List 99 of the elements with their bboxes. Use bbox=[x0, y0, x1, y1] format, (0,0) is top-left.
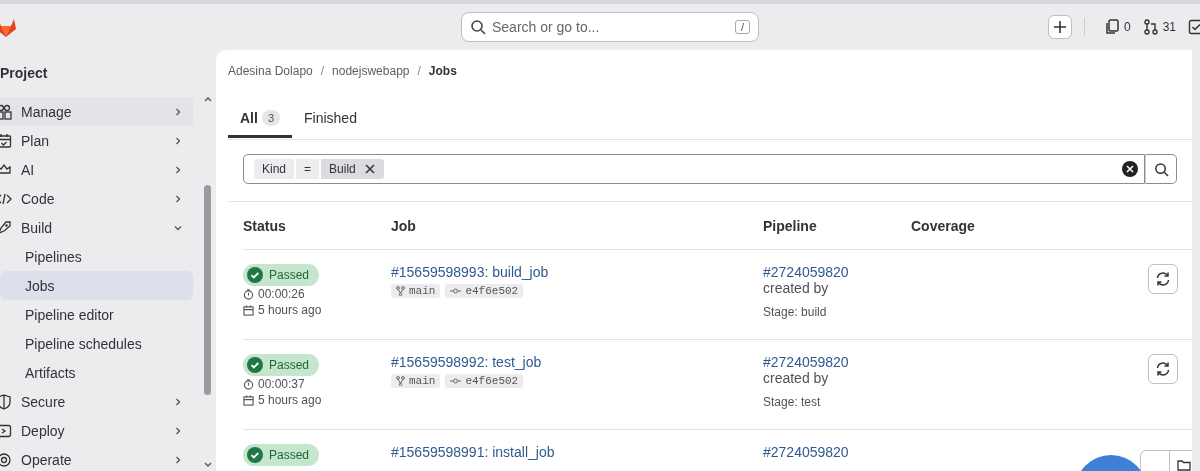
column-header: Coverage bbox=[911, 217, 976, 234]
check-circle-icon bbox=[247, 267, 263, 283]
calendar-icon bbox=[0, 132, 12, 149]
search-button[interactable] bbox=[1145, 154, 1177, 184]
pipeline-link[interactable]: #2724059820 bbox=[763, 354, 849, 370]
folder-icon bbox=[1177, 459, 1191, 471]
sidebar-heading: Project bbox=[0, 64, 49, 83]
chevron-right-icon bbox=[173, 425, 183, 436]
filter-value: Build bbox=[321, 159, 384, 179]
check-circle-icon bbox=[247, 447, 263, 463]
issues-counter[interactable]: 0 bbox=[1104, 19, 1131, 35]
checkbox-icon bbox=[1188, 19, 1200, 35]
search-field[interactable]: Search or go to... / bbox=[461, 12, 759, 42]
search-placeholder: Search or go to... bbox=[492, 19, 601, 35]
people-icon bbox=[0, 103, 12, 120]
sidebar-subitem[interactable]: Pipeline schedules bbox=[0, 329, 193, 358]
sidebar-subitem[interactable]: Pipeline editor bbox=[0, 300, 193, 329]
clear-icon[interactable] bbox=[1122, 161, 1138, 177]
check-circle-icon bbox=[247, 357, 263, 373]
scrollbar-thumb[interactable] bbox=[204, 185, 211, 395]
job-duration: 00:00:26 bbox=[243, 286, 305, 302]
rocket-icon bbox=[0, 219, 12, 236]
commit-tag[interactable]: e4f6e502 bbox=[445, 374, 524, 388]
job-finished-time: 5 hours ago bbox=[243, 392, 322, 408]
scroll-up-icon[interactable] bbox=[203, 95, 213, 103]
status-badge[interactable]: Passed bbox=[243, 264, 320, 286]
branch-icon bbox=[396, 286, 405, 296]
tab[interactable]: Finished bbox=[292, 100, 369, 138]
breadcrumb-separator: / bbox=[320, 64, 325, 80]
commit-tag[interactable]: e4f6e502 bbox=[445, 284, 524, 298]
sidebar-item[interactable]: Secure bbox=[0, 387, 193, 416]
filter-operator: = bbox=[296, 159, 320, 179]
branch-tag[interactable]: main bbox=[391, 374, 441, 388]
sidebar-subitem[interactable]: Jobs bbox=[0, 271, 193, 300]
job-link[interactable]: #15659598992: test_job bbox=[391, 354, 542, 370]
sidebar-item[interactable]: Manage bbox=[0, 97, 193, 126]
tab[interactable]: All 3 bbox=[228, 100, 292, 138]
tab-count: 3 bbox=[261, 109, 280, 126]
sidebar-item[interactable]: Operate bbox=[0, 445, 193, 471]
created-by-text: created by bbox=[763, 370, 829, 386]
chevron-right-icon bbox=[173, 396, 183, 407]
retry-icon bbox=[1154, 360, 1172, 378]
job-finished-time: 5 hours ago bbox=[243, 302, 322, 318]
search-icon bbox=[470, 19, 486, 35]
column-header: Job bbox=[391, 217, 417, 234]
stopwatch-icon bbox=[243, 288, 254, 300]
chevron-right-icon bbox=[173, 106, 183, 117]
search-icon bbox=[1153, 161, 1169, 177]
breadcrumb-separator: / bbox=[417, 64, 421, 80]
stage-text: Stage: test bbox=[763, 395, 821, 409]
commit-icon bbox=[450, 287, 462, 295]
sidebar-item[interactable]: Plan bbox=[0, 126, 193, 155]
target-icon bbox=[0, 451, 12, 468]
sidebar-subitem[interactable]: Artifacts bbox=[0, 358, 193, 387]
chevron-right-icon bbox=[173, 193, 183, 204]
create-new-button[interactable] bbox=[1047, 15, 1072, 39]
chevron-right-icon bbox=[173, 454, 183, 465]
stage-text: Stage: build bbox=[763, 305, 827, 319]
branch-tag[interactable]: main bbox=[391, 284, 441, 298]
status-badge[interactable]: Passed bbox=[243, 354, 320, 376]
plus-icon bbox=[1052, 20, 1067, 34]
status-badge[interactable]: Passed bbox=[243, 444, 320, 466]
column-header: Status bbox=[243, 217, 287, 234]
scroll-down-icon[interactable] bbox=[203, 461, 213, 469]
breadcrumb-current[interactable]: Jobs bbox=[428, 64, 457, 82]
pipeline-link[interactable]: #2724059820 bbox=[763, 444, 849, 460]
shield-icon bbox=[0, 393, 12, 410]
column-header: Pipeline bbox=[763, 217, 818, 234]
todos-counter[interactable] bbox=[1188, 19, 1200, 35]
chevron-right-icon bbox=[173, 135, 183, 146]
sidebar-item[interactable]: Code bbox=[0, 184, 193, 213]
filter-field[interactable]: Kind = Build bbox=[243, 154, 1145, 184]
shortcut-key: / bbox=[734, 20, 750, 34]
merge-requests-counter[interactable]: 31 bbox=[1142, 19, 1176, 35]
pipeline-link[interactable]: #2724059820 bbox=[763, 264, 849, 280]
calendar-icon bbox=[243, 394, 254, 406]
job-link[interactable]: #15659598993: build_job bbox=[391, 264, 549, 280]
branch-icon bbox=[396, 376, 405, 386]
commit-icon bbox=[450, 377, 462, 385]
merge-request-icon bbox=[1142, 19, 1159, 35]
issues-icon bbox=[1104, 19, 1120, 35]
job-link[interactable]: #15659598991: install_job bbox=[391, 444, 555, 460]
filter-key: Kind bbox=[254, 159, 295, 179]
chevron-right-icon bbox=[173, 164, 183, 175]
tab-label: Finished bbox=[304, 109, 357, 126]
sidebar-subitem[interactable]: Pipelines bbox=[0, 242, 193, 271]
breadcrumb-link[interactable]: nodejswebapp bbox=[332, 64, 410, 82]
retry-icon bbox=[1154, 270, 1172, 288]
sidebar-item[interactable]: Deploy bbox=[0, 416, 193, 445]
sidebar-item[interactable]: Build bbox=[0, 213, 193, 242]
breadcrumb-link[interactable]: Adesina Dolapo bbox=[228, 64, 313, 82]
job-duration: 00:00:37 bbox=[243, 376, 305, 392]
terminal-icon bbox=[0, 422, 12, 439]
sidebar-item[interactable]: AI bbox=[0, 155, 193, 184]
tab-label: All bbox=[240, 109, 258, 126]
calendar-icon bbox=[243, 304, 254, 316]
remove-icon[interactable] bbox=[363, 163, 376, 175]
created-by-text: created by bbox=[763, 280, 829, 296]
stopwatch-icon bbox=[243, 378, 254, 390]
